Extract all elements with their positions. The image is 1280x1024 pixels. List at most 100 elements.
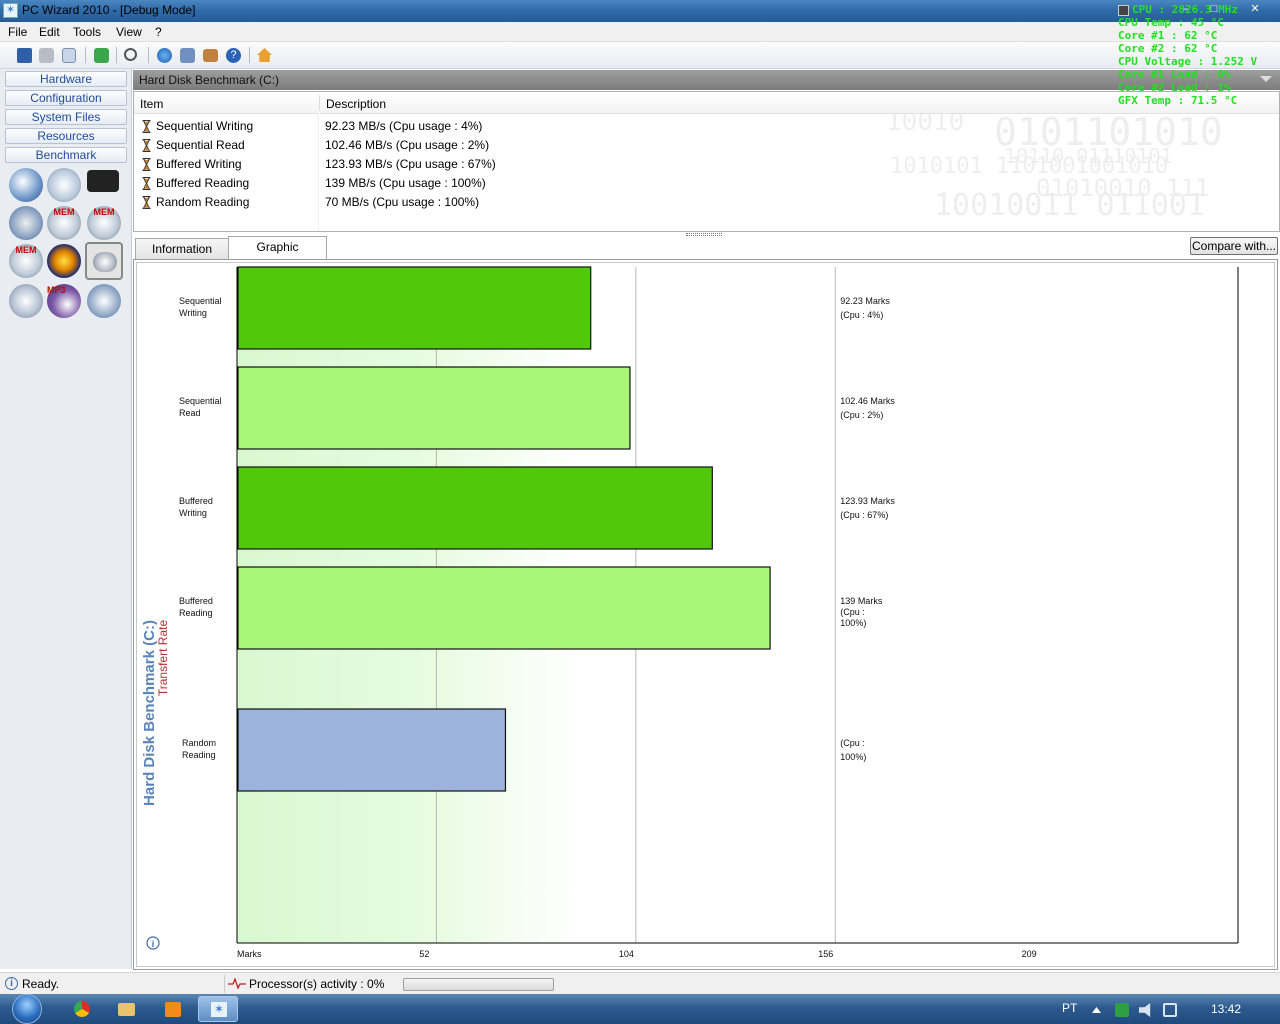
mem-latency-benchmark-icon[interactable]: MEM (9, 244, 43, 278)
cache-benchmark-icon[interactable] (47, 168, 81, 202)
bar-1 (237, 366, 631, 450)
osd-line: Core #2 Load : 1% (1118, 81, 1278, 94)
row-item-name: Buffered Reading (156, 176, 250, 190)
table-row[interactable]: Buffered Writing 123.93 MB/s (Cpu usage :… (134, 155, 1279, 174)
bar-4 (237, 708, 507, 792)
panel-header: Hard Disk Benchmark (C:) (133, 70, 1280, 90)
home-icon[interactable] (257, 48, 272, 62)
refresh-icon[interactable] (94, 48, 109, 63)
hourglass-icon (142, 177, 151, 190)
data-label: (Cpu : 2%) (840, 410, 883, 420)
bar-2 (237, 466, 713, 550)
row-item-name: Buffered Writing (156, 157, 242, 171)
toolbar-separator (249, 47, 250, 63)
pc-wizard-icon[interactable]: ✶ (198, 996, 238, 1022)
osd-line: CPU Temp : 45 °C (1118, 16, 1278, 29)
data-label: 123.93 Marks (840, 496, 895, 506)
globe-icon[interactable] (157, 48, 172, 63)
table-row[interactable]: Buffered Reading 139 MB/s (Cpu usage : 10… (134, 174, 1279, 193)
osd-line-text: CPU Temp : 45 °C (1118, 16, 1224, 29)
data-label: (Cpu : (840, 607, 865, 617)
category-label: Writing (179, 308, 207, 318)
category-label: Reading (179, 608, 213, 618)
toolbar-separator (85, 47, 86, 63)
row-item-name: Random Reading (156, 195, 250, 209)
results-table: 10010 0101101010 1010101 1101001001010 1… (133, 91, 1280, 232)
row-item-name: Sequential Read (156, 138, 245, 152)
category-label: Sequential (179, 296, 222, 306)
start-button[interactable] (6, 994, 46, 1024)
menu-file[interactable]: File (8, 25, 27, 39)
video-benchmark-icon[interactable] (87, 284, 121, 318)
hourglass-icon (142, 120, 151, 133)
processor-activity-bar (403, 978, 554, 991)
sidebar-resources-button[interactable]: Resources (5, 128, 127, 144)
search-icon[interactable] (124, 48, 137, 61)
cpu-benchmark-icon[interactable] (9, 168, 43, 202)
chrome-icon[interactable] (62, 996, 102, 1022)
hourglass-icon (142, 139, 151, 152)
status-separator (224, 975, 225, 993)
window-title: PC Wizard 2010 - [Debug Mode] (22, 3, 196, 17)
osd-line: CPU : 2826.3 MHz (1118, 3, 1278, 16)
menu-view[interactable]: View (116, 25, 142, 39)
print-icon[interactable] (39, 48, 54, 63)
data-label: 100%) (840, 618, 866, 628)
x-tick-label: 156 (818, 949, 833, 959)
media-player-icon[interactable] (153, 996, 193, 1022)
sidebar-hardware-button[interactable]: Hardware (5, 71, 127, 87)
copy-icon[interactable] (62, 48, 76, 63)
sidebar-benchmark-button[interactable]: Benchmark (5, 147, 127, 163)
category-label: Random (182, 738, 216, 748)
compare-with-button[interactable]: Compare with... (1190, 237, 1278, 255)
directx-benchmark-icon[interactable] (47, 244, 81, 278)
table-row[interactable]: Sequential Writing 92.23 MB/s (Cpu usage … (134, 117, 1279, 136)
cd-benchmark-icon[interactable] (9, 284, 43, 318)
menu-tools[interactable]: Tools (73, 25, 101, 39)
clock[interactable]: 13:42 (1211, 1002, 1241, 1016)
table-row[interactable]: Sequential Read 102.46 MB/s (Cpu usage : … (134, 136, 1279, 155)
language-indicator[interactable]: PT (1062, 1001, 1077, 1015)
chip-benchmark-icon[interactable] (87, 170, 119, 192)
save-icon[interactable] (17, 48, 32, 63)
table-row[interactable]: Random Reading 70 MB/s (Cpu usage : 100%) (134, 193, 1279, 212)
sidebar-configuration-button[interactable]: Configuration (5, 90, 127, 106)
hard-disk-glyph-icon (93, 252, 117, 272)
sensor-osd-overlay: CPU : 2826.3 MHz CPU Temp : 45 °C Core #1 … (1118, 3, 1278, 107)
osd-line-text: Core #1 Load : 0% (1118, 68, 1231, 81)
menu-edit[interactable]: Edit (39, 25, 60, 39)
folder-icon[interactable] (106, 996, 146, 1022)
category-label: Buffered (179, 596, 213, 606)
chart-area: Sequential Writing Sequential Read Buffered W… (136, 262, 1275, 967)
tab-information[interactable]: Information (135, 238, 229, 260)
pc-wizard-tray-icon[interactable] (1115, 1003, 1129, 1017)
splitter-handle[interactable] (686, 233, 722, 236)
data-label: 102.46 Marks (840, 396, 895, 406)
network-tray-icon[interactable] (1163, 1003, 1177, 1017)
osd-line-text: CPU Voltage : 1.252 V (1118, 55, 1258, 68)
show-hidden-icons-icon[interactable] (1092, 1007, 1101, 1013)
gears-benchmark-icon[interactable] (9, 206, 43, 240)
status-ready-text: Ready. (22, 977, 60, 991)
network-icon[interactable] (180, 48, 195, 63)
tab-graphic[interactable]: Graphic (228, 236, 327, 260)
sidebar-system-files-button[interactable]: System Files (5, 109, 127, 125)
help-icon[interactable]: ? (226, 48, 241, 63)
data-label: 92.23 Marks (840, 296, 890, 306)
volume-icon[interactable] (1139, 1003, 1151, 1017)
category-label: Writing (179, 508, 207, 518)
pc-wizard-app-icon[interactable]: ✶ (3, 3, 18, 18)
mem-graph-benchmark-icon[interactable]: MEM (87, 206, 121, 240)
windows-taskbar: ✶ PT 13:42 (0, 994, 1280, 1024)
title-bar[interactable]: ✶ PC Wizard 2010 - [Debug Mode] – □ ✕ (0, 0, 1280, 22)
column-header-item[interactable]: Item (134, 92, 319, 114)
mp3-benchmark-icon[interactable]: MP3 (47, 284, 81, 318)
row-description: 70 MB/s (Cpu usage : 100%) (325, 195, 480, 209)
data-label: (Cpu : (840, 738, 865, 748)
hard-disk-benchmark-icon[interactable] (85, 242, 123, 280)
menu-help[interactable]: ? (155, 25, 162, 39)
category-label: Reading (182, 750, 216, 760)
mem-benchmark-icon[interactable]: MEM (47, 206, 81, 240)
photo-icon[interactable] (203, 49, 218, 62)
chart-info-icon[interactable]: i (146, 936, 160, 950)
